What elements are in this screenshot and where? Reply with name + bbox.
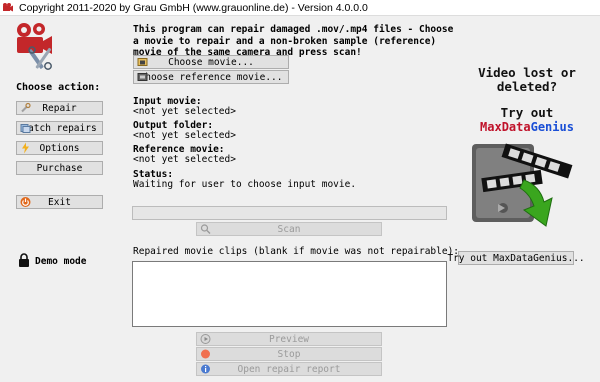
promo-line1: Video lost or [478, 65, 576, 80]
window-title: Copyright 2011-2020 by Grau GmbH (www.gr… [19, 2, 368, 14]
choose-reference-label: Choose reference movie... [139, 71, 283, 83]
purchase-label: Purchase [36, 162, 83, 174]
play-icon [200, 334, 211, 344]
purchase-button[interactable]: Purchase [16, 161, 103, 175]
progress-bar [132, 206, 447, 220]
choose-action-heading: Choose action: [16, 82, 101, 93]
folder-movie-icon [137, 58, 148, 66]
camera-icon [3, 3, 13, 12]
repaired-clips-list[interactable] [132, 261, 447, 327]
intro-text: This program can repair damaged .mov/.mp… [133, 24, 454, 58]
film-icon [137, 73, 148, 81]
power-icon [20, 197, 31, 207]
scan-label: Scan [277, 223, 301, 235]
status-value: Waiting for user to choose input movie. [133, 179, 357, 190]
repair-button[interactable]: Repair [16, 101, 103, 115]
repaired-clips-label: Repaired movie clips (blank if movie was… [133, 246, 460, 257]
brand-part-1: MaxData [480, 120, 531, 134]
choose-movie-label: Choose movie... [168, 56, 254, 68]
batch-repairs-button[interactable]: Batch repairs [16, 121, 103, 135]
exit-label: Exit [48, 196, 71, 208]
try-out-maxdatagenius-button[interactable]: Try out MaxDataGenius... [447, 251, 585, 265]
input-movie-value: <not yet selected> [133, 106, 236, 117]
info-icon [201, 364, 210, 374]
batch-icon [20, 124, 31, 133]
brand-part-2: Genius [530, 120, 574, 134]
choose-reference-button[interactable]: Choose reference movie... [133, 70, 289, 84]
choose-movie-button[interactable]: Choose movie... [133, 55, 289, 69]
output-folder-value: <not yet selected> [133, 130, 236, 141]
wrench-icon [21, 102, 31, 113]
lock-icon [19, 253, 29, 267]
repair-camera-logo [17, 23, 52, 70]
preview-button[interactable]: Preview [196, 332, 382, 346]
options-button[interactable]: Options [16, 141, 103, 155]
try-out-maxdatagenius-label: Try out MaxDataGenius... [447, 252, 585, 264]
title-bar: Copyright 2011-2020 by Grau GmbH (www.gr… [0, 0, 600, 16]
reference-movie-value: <not yet selected> [133, 154, 236, 165]
demo-mode-label: Demo mode [35, 256, 87, 267]
preview-label: Preview [268, 333, 310, 345]
stop-button[interactable]: Stop [196, 347, 382, 361]
lightning-icon [22, 142, 29, 154]
repair-label: Repair [42, 102, 77, 114]
promo-try-out: Try out [500, 105, 554, 120]
batch-repairs-label: Batch repairs [22, 122, 97, 134]
magnifier-icon [200, 224, 211, 234]
stop-icon [201, 349, 210, 359]
promo-line2: deleted? [496, 79, 558, 94]
exit-button[interactable]: Exit [16, 195, 103, 209]
open-repair-report-label: Open repair report [237, 363, 341, 375]
options-label: Options [39, 142, 80, 154]
stop-label: Stop [277, 348, 301, 360]
recovery-illustration [472, 143, 573, 227]
maxdatagenius-brand: MaxDataGenius [462, 120, 592, 134]
open-repair-report-button[interactable]: Open repair report [196, 362, 382, 376]
scan-button[interactable]: Scan [196, 222, 382, 236]
